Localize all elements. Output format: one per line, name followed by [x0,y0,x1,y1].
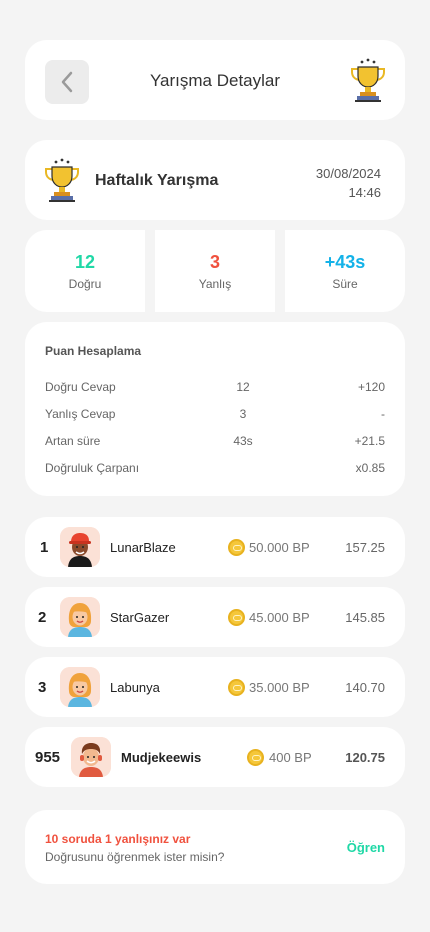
score-row-label: Doğru Cevap [45,380,116,394]
player-score: 145.85 [345,610,385,625]
rank: 3 [38,679,47,696]
score-row: Doğruluk Çarpanı x0.85 [45,461,385,477]
rank: 1 [40,539,49,556]
leaderboard-row[interactable]: 3 Labunya 35.000 BP 140.70 [25,657,405,717]
score-row: Artan süre 43s +21.5 [45,434,385,448]
username: Mudjekeewis [121,750,202,765]
bp-amount: 45.000 BP [249,610,310,625]
stat-correct-label: Doğru [68,277,102,291]
score-row-label: Artan süre [45,434,101,448]
avatar [60,527,100,567]
avatar [71,737,111,777]
mistakes-title: 10 soruda 1 yanlışınız var [45,832,191,846]
leaderboard-row[interactable]: 1 LunarBlaze 50.000 BP 157.25 [25,517,405,577]
coin-icon [228,539,245,556]
rank: 955 [35,749,61,766]
player-score: 157.25 [345,540,385,555]
coin-icon [228,679,245,696]
trophy-icon [43,158,81,202]
coin-icon [247,749,264,766]
header-card: Yarışma Detaylar [25,40,405,120]
stat-time-label: Süre [332,277,358,291]
stat-wrong: 3 Yanlış [155,230,275,312]
score-title: Puan Hesaplama [45,344,142,358]
stat-correct: 12 Doğru [25,230,145,312]
stats-row: 12 Doğru 3 Yanlış +43s Süre [25,230,405,312]
score-row-points: x0.85 [355,461,385,475]
stat-correct-value: 12 [74,252,96,272]
competition-date: 30/08/2024 [315,166,381,181]
score-row-points: +120 [357,380,385,394]
coin-icon [228,609,245,626]
bp-amount: 35.000 BP [249,680,310,695]
trophy-icon [349,58,387,102]
bp-amount: 400 BP [269,750,312,765]
player-score: 120.75 [345,750,385,765]
avatar [60,667,100,707]
competition-name: Haftalık Yarışma [95,172,219,189]
competition-datetime: 30/08/2024 14:46 [316,164,381,202]
page-title: Yarışma Detaylar [149,71,281,90]
score-row-points: - [381,407,385,421]
competition-card: Haftalık Yarışma 30/08/2024 14:46 [25,140,405,220]
stat-wrong-label: Yanlış [198,277,232,291]
competition-time: 14:46 [348,185,381,200]
username: StarGazer [110,610,170,625]
score-row-label: Doğruluk Çarpanı [45,461,140,475]
stat-wrong-value: 3 [209,252,220,272]
mistakes-subtitle: Doğrusunu öğrenmek ister misin? [45,850,225,864]
bp-amount: 50.000 BP [249,540,310,555]
player-score: 140.70 [345,680,385,695]
score-row: Yanlış Cevap 3 - [45,407,385,421]
stat-time: +43s Süre [285,230,405,312]
leaderboard-row[interactable]: 2 StarGazer 45.000 BP 145.85 [25,587,405,647]
learn-mistakes-card: 10 soruda 1 yanlışınız var Doğrusunu öğr… [25,810,405,884]
rank: 2 [38,609,47,626]
score-row: Doğru Cevap 12 +120 [45,380,385,394]
avatar [60,597,100,637]
score-calculation-card: Puan Hesaplama Doğru Cevap 12 +120 Yanlı… [25,322,405,496]
stat-time-value: +43s [324,252,366,272]
username: LunarBlaze [110,540,176,555]
leaderboard-row-current-user[interactable]: 955 Mudjekeewis 400 BP 120.75 [25,727,405,787]
score-row-label: Yanlış Cevap [45,407,116,421]
score-row-points: +21.5 [354,434,385,448]
learn-button[interactable]: Öğren [347,840,385,855]
username: Labunya [110,680,160,695]
